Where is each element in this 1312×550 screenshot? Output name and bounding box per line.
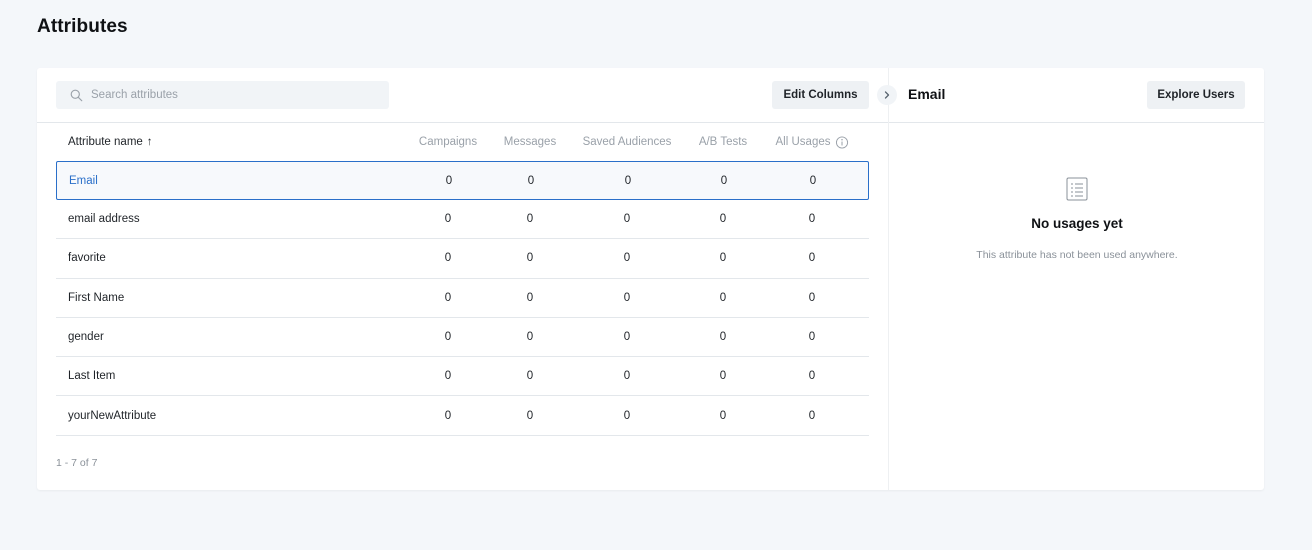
attribute-name: First Name	[68, 291, 125, 304]
ab-tests-count: 0	[719, 291, 727, 304]
explore-users-button[interactable]: Explore Users	[1147, 81, 1245, 109]
chevron-right-icon	[884, 91, 890, 99]
all-usages-count: 0	[808, 331, 816, 344]
table-row[interactable]: favorite 0 0 0 0 0	[56, 239, 869, 279]
column-header-ab-tests[interactable]: A/B Tests	[699, 136, 747, 148]
table-row[interactable]: Last Item 0 0 0 0 0	[56, 357, 869, 397]
saved-audiences-count: 0	[623, 252, 631, 265]
saved-audiences-count: 0	[623, 409, 631, 422]
messages-count: 0	[526, 291, 534, 304]
attribute-name: email address	[68, 213, 140, 226]
attribute-name: Email	[69, 174, 98, 187]
search-box[interactable]	[56, 81, 389, 109]
column-header-messages[interactable]: Messages	[504, 136, 556, 148]
table-row[interactable]: email address 0 0 0 0 0	[56, 200, 869, 240]
empty-state-title: No usages yet	[1031, 216, 1123, 231]
page-title: Attributes	[37, 16, 128, 37]
all-usages-count: 0	[808, 409, 816, 422]
messages-count: 0	[526, 409, 534, 422]
campaigns-count: 0	[444, 213, 452, 226]
table-header: Attribute name ↑ Campaigns Messages Save…	[56, 123, 869, 161]
attribute-name: yourNewAttribute	[68, 409, 157, 422]
campaigns-count: 0	[444, 331, 452, 344]
attributes-table: Attribute name ↑ Campaigns Messages Save…	[56, 123, 869, 436]
messages-count: 0	[526, 370, 534, 383]
attributes-list-pane: Edit Columns Attribute name ↑ Campaigns …	[37, 68, 888, 490]
attributes-card: Edit Columns Attribute name ↑ Campaigns …	[37, 68, 1264, 490]
campaigns-count: 0	[444, 409, 452, 422]
ab-tests-count: 0	[719, 252, 727, 265]
list-document-icon	[1066, 177, 1088, 201]
empty-state-subtitle: This attribute has not been used anywher…	[976, 249, 1178, 261]
column-header-label: All Usages	[775, 136, 831, 148]
collapse-panel-button[interactable]	[877, 85, 897, 105]
column-header-all-usages[interactable]: All Usages	[775, 135, 849, 149]
messages-count: 0	[526, 213, 534, 226]
edit-columns-button[interactable]: Edit Columns	[772, 81, 869, 109]
all-usages-count: 0	[809, 174, 817, 187]
table-row[interactable]: gender 0 0 0 0 0	[56, 318, 869, 358]
column-header-campaigns[interactable]: Campaigns	[419, 136, 477, 148]
pagination-summary: 1 - 7 of 7	[56, 457, 98, 469]
saved-audiences-count: 0	[623, 370, 631, 383]
campaigns-count: 0	[444, 370, 452, 383]
ab-tests-count: 0	[720, 174, 728, 187]
attribute-detail-pane: Email Explore Users No usages yet This a…	[888, 68, 1264, 490]
ab-tests-count: 0	[719, 213, 727, 226]
search-input[interactable]	[91, 89, 381, 101]
column-header-attribute-name[interactable]: Attribute name ↑	[68, 136, 153, 148]
ab-tests-count: 0	[719, 370, 727, 383]
ab-tests-count: 0	[719, 331, 727, 344]
info-icon[interactable]	[835, 135, 849, 149]
messages-count: 0	[526, 331, 534, 344]
saved-audiences-count: 0	[623, 331, 631, 344]
saved-audiences-count: 0	[623, 291, 631, 304]
saved-audiences-count: 0	[623, 213, 631, 226]
column-header-label: Attribute name	[68, 136, 143, 148]
attribute-name: Last Item	[68, 370, 116, 383]
table-row[interactable]: First Name 0 0 0 0 0	[56, 279, 869, 318]
campaigns-count: 0	[445, 174, 453, 187]
column-header-saved-audiences[interactable]: Saved Audiences	[583, 136, 672, 148]
all-usages-count: 0	[808, 213, 816, 226]
ab-tests-count: 0	[719, 409, 727, 422]
all-usages-count: 0	[808, 291, 816, 304]
all-usages-count: 0	[808, 252, 816, 265]
saved-audiences-count: 0	[624, 174, 632, 187]
all-usages-count: 0	[808, 370, 816, 383]
messages-count: 0	[527, 174, 535, 187]
campaigns-count: 0	[444, 291, 452, 304]
table-row[interactable]: yourNewAttribute 0 0 0 0 0	[56, 396, 869, 436]
sort-ascending-icon: ↑	[146, 136, 153, 148]
attribute-name: gender	[68, 331, 104, 344]
detail-title: Email	[908, 86, 946, 102]
table-row[interactable]: Email 0 0 0 0 0	[56, 161, 869, 200]
messages-count: 0	[526, 252, 534, 265]
campaigns-count: 0	[444, 252, 452, 265]
search-icon	[70, 89, 83, 101]
attribute-name: favorite	[68, 252, 106, 265]
